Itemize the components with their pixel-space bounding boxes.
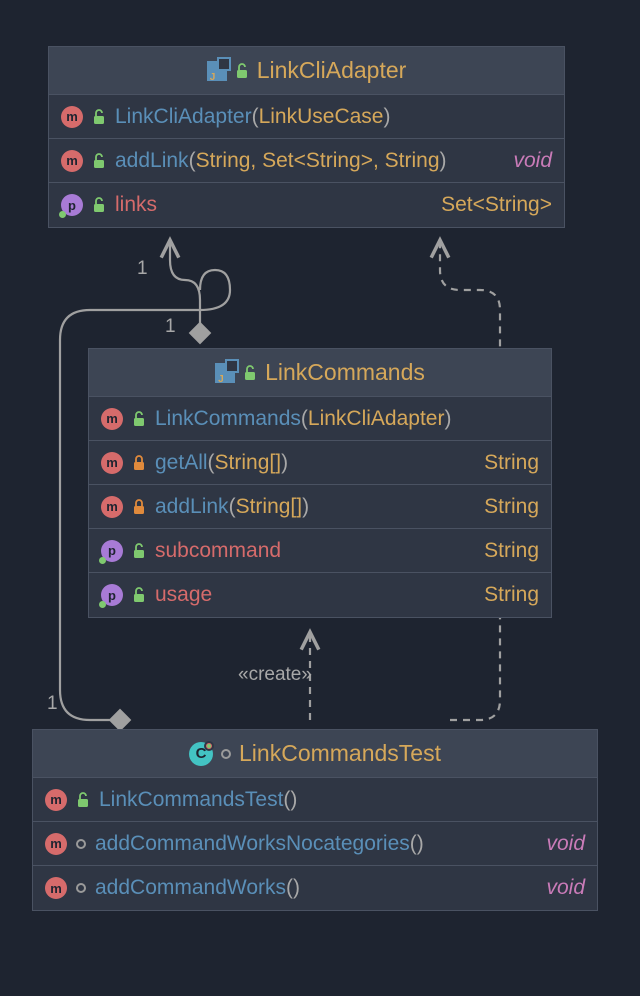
member-signature: LinkCommands(LinkCliAdapter) [155,407,451,431]
unlock-icon [235,63,249,79]
unlock-icon [76,792,90,808]
class-header: LinkCliAdapter [49,47,564,95]
multiplicity-label: 1 [165,316,176,338]
member-row: p subcommand String [89,529,551,573]
unlock-icon [132,587,146,603]
return-type: void [513,149,552,173]
member-row: m LinkCommandsTest() [33,778,597,822]
method-badge: m [101,452,123,474]
method-badge: m [101,496,123,518]
member-row: m addLink(String, Set<String>, String) v… [49,139,564,183]
member-signature: LinkCliAdapter(LinkUseCase) [115,105,390,129]
member-signature: addCommandWorksNocategories() [95,832,424,856]
ring-icon [76,839,86,849]
stereotype-label: «create» [238,664,312,686]
member-row: p usage String [89,573,551,617]
composition-diamond-bottom [109,709,132,732]
multiplicity-label: 1 [137,258,148,280]
class-linkcommands: LinkCommands m LinkCommands(LinkCliAdapt… [88,348,552,618]
property-type: String [484,583,539,607]
method-badge: m [45,789,67,811]
property-type: String [484,539,539,563]
lock-icon [132,499,146,515]
class-header: LinkCommands [89,349,551,397]
member-signature: addCommandWorks() [95,876,300,900]
ring-icon [76,883,86,893]
return-type: String [484,451,539,475]
unlock-icon [132,543,146,559]
property-name: subcommand [155,539,281,563]
class-name: LinkCliAdapter [257,57,407,84]
unlock-icon [132,411,146,427]
java-file-icon [207,61,227,81]
class-name: LinkCommands [265,359,425,386]
member-signature: addLink(String, Set<String>, String) [115,149,447,173]
multiplicity-label: 1 [47,693,58,715]
unlock-icon [92,109,106,125]
class-header: C LinkCommandsTest [33,730,597,778]
unlock-icon [92,197,106,213]
method-badge: m [61,106,83,128]
unlock-icon [243,365,257,381]
member-signature: getAll(String[]) [155,451,288,475]
member-row: m LinkCommands(LinkCliAdapter) [89,397,551,441]
member-row: m addLink(String[]) String [89,485,551,529]
member-signature: addLink(String[]) [155,495,309,519]
test-target-icon [204,741,214,751]
unlock-icon [92,153,106,169]
property-badge: p [61,194,83,216]
property-type: Set<String> [441,193,552,217]
method-badge: m [101,408,123,430]
class-badge: C [189,742,213,766]
member-row: p links Set<String> [49,183,564,227]
method-badge: m [45,833,67,855]
property-badge: p [101,540,123,562]
member-row: m getAll(String[]) String [89,441,551,485]
class-linkcommandstest: C LinkCommandsTest m LinkCommandsTest() … [32,729,598,911]
ring-icon [221,749,231,759]
member-row: m LinkCliAdapter(LinkUseCase) [49,95,564,139]
composition-diamond-top [189,322,212,345]
member-row: m addCommandWorksNocategories() void [33,822,597,866]
method-badge: m [61,150,83,172]
property-badge: p [101,584,123,606]
member-row: m addCommandWorks() void [33,866,597,910]
return-type: String [484,495,539,519]
member-signature: LinkCommandsTest() [99,788,297,812]
return-type: void [546,876,585,900]
class-linkcliadapter: LinkCliAdapter m LinkCliAdapter(LinkUseC… [48,46,565,228]
property-name: links [115,193,157,217]
lock-icon [132,455,146,471]
property-name: usage [155,583,212,607]
java-file-icon [215,363,235,383]
method-badge: m [45,877,67,899]
class-name: LinkCommandsTest [239,740,441,767]
return-type: void [546,832,585,856]
